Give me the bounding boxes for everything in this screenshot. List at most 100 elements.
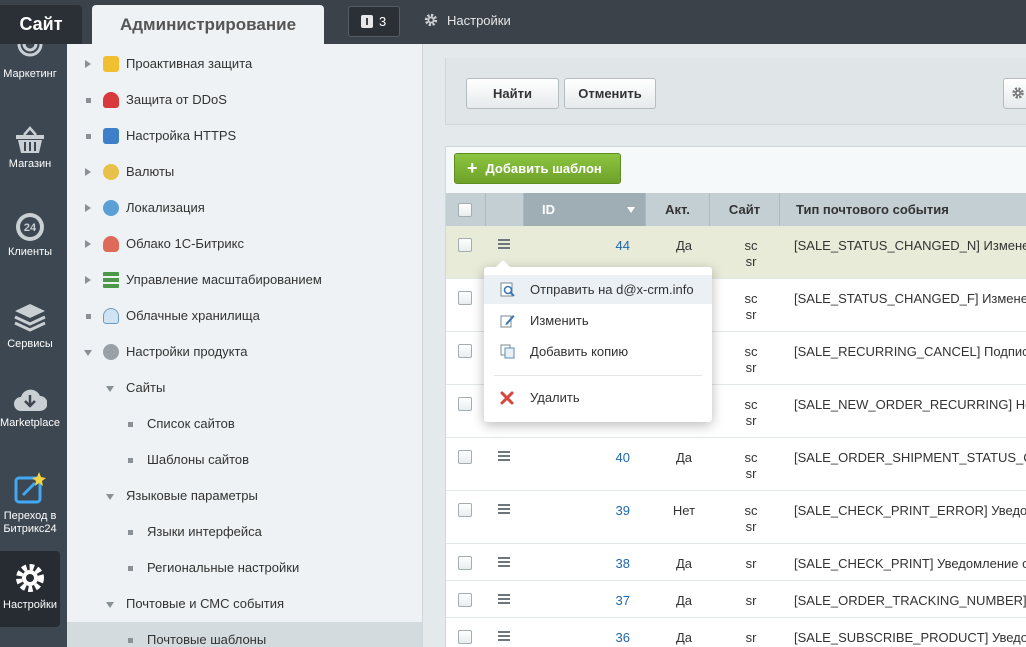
collapse-arrow-icon[interactable] (84, 350, 92, 356)
menu-item-mail-templates[interactable]: Почтовые шаблоны (67, 622, 422, 647)
cancel-button[interactable]: Отменить (564, 78, 656, 109)
menu-item-language-params[interactable]: Языковые параметры (67, 478, 422, 514)
menu-item-product-settings[interactable]: Настройки продукта (67, 334, 422, 370)
row-checkbox[interactable] (458, 291, 472, 305)
tab-site[interactable]: Сайт (0, 5, 82, 44)
menu-item-sites[interactable]: Сайты (67, 370, 422, 406)
rail-item-marketplace[interactable]: Marketplace (0, 387, 60, 437)
add-template-button[interactable]: + Добавить шаблон (454, 153, 621, 184)
table-row[interactable]: 36 Да sr [SALE_SUBSCRIBE_PRODUCT] Уведом… (446, 618, 1026, 647)
table-row[interactable]: 37 Да sr [SALE_ORDER_TRACKING_NUMBER] У (446, 581, 1026, 618)
rail-label: Сервисы (7, 338, 53, 350)
menu-item-bitrix-cloud[interactable]: Облако 1С-Битрикс (67, 226, 422, 262)
cell-event-type: [SALE_STATUS_CHANGED_N] Изменение (794, 238, 1026, 253)
expand-arrow-icon[interactable] (85, 276, 91, 284)
table-row[interactable]: 40 Да sc sr [SALE_ORDER_SHIPMENT_STATUS_… (446, 438, 1026, 491)
header-event-type[interactable]: Тип почтового события (780, 193, 1026, 226)
cloud-icon (103, 236, 119, 252)
cell-site: sr (745, 360, 757, 375)
cell-id[interactable]: 36 (586, 630, 630, 646)
context-edit[interactable]: Изменить (484, 306, 712, 335)
rail-item-clients[interactable]: 24 Клиенты (0, 212, 60, 264)
row-context-menu: Отправить на d@x-crm.info Изменить Добав… (484, 260, 712, 422)
rail-item-bitrix24[interactable]: Переход в Битрикс24 (0, 470, 60, 540)
table-row[interactable]: 39 Нет sc sr [SALE_CHECK_PRINT_ERROR] Ув… (446, 491, 1026, 544)
tab-administration[interactable]: Администрирование (92, 5, 324, 44)
cell-site: sr (745, 593, 757, 608)
select-all-checkbox[interactable] (458, 203, 472, 217)
context-item-label: Добавить копию (530, 344, 629, 359)
expand-arrow-icon[interactable] (85, 204, 91, 212)
cell-id[interactable]: 44 (586, 238, 630, 254)
rail-item-services[interactable]: Сервисы (0, 302, 60, 354)
expand-arrow-icon[interactable] (85, 60, 91, 68)
header-id[interactable]: ID (524, 193, 646, 226)
cell-id[interactable]: 40 (586, 450, 630, 466)
settings-link[interactable]: Настройки (424, 12, 511, 30)
menu-item-interface-languages[interactable]: Языки интерфейса (67, 514, 422, 550)
menu-item-label: Список сайтов (147, 416, 235, 431)
menu-item-cloud-storage[interactable]: Облачные хранилища (67, 298, 422, 334)
notifications-button[interactable]: 3 (348, 6, 400, 37)
row-menu-icon[interactable] (498, 504, 510, 514)
context-copy[interactable]: Добавить копию (484, 337, 712, 366)
row-menu-icon[interactable] (498, 557, 510, 567)
row-menu-icon[interactable] (498, 239, 510, 249)
row-menu-icon[interactable] (498, 631, 510, 641)
cell-event-type: [SALE_STATUS_CHANGED_F] Изменение (794, 291, 1026, 306)
cell-id[interactable]: 37 (586, 593, 630, 609)
menu-item-label: Проактивная защита (126, 56, 253, 71)
cell-id[interactable]: 39 (586, 503, 630, 519)
filter-settings-button[interactable] (1003, 78, 1026, 109)
row-checkbox[interactable] (458, 397, 472, 411)
menu-item-site-templates[interactable]: Шаблоны сайтов (67, 442, 422, 478)
menu-item-currencies[interactable]: Валюты (67, 154, 422, 190)
menu-item-scaling[interactable]: Управление масштабированием (67, 262, 422, 298)
rail-label: Переход в (3, 510, 57, 522)
rail-item-marketing[interactable]: Маркетинг (0, 44, 60, 92)
cell-site: sc (744, 344, 758, 359)
cell-event-type: [SALE_CHECK_PRINT] Уведомление о (794, 556, 1026, 571)
expand-arrow-icon[interactable] (85, 240, 91, 248)
cell-id[interactable]: 38 (586, 556, 630, 572)
menu-item-label: Управление масштабированием (126, 272, 322, 287)
row-menu-icon[interactable] (498, 451, 510, 461)
menu-item-label: Облако 1С-Битрикс (126, 236, 244, 251)
bullet-icon (86, 98, 91, 103)
notifications-count: 3 (379, 14, 387, 29)
rail-label: Настройки (3, 599, 57, 611)
cell-site: sr (745, 519, 757, 534)
context-send-test[interactable]: Отправить на d@x-crm.info (484, 275, 712, 304)
row-checkbox[interactable] (458, 593, 472, 607)
rail-label: Маркетинг (3, 68, 57, 80)
cell-site: sr (745, 413, 757, 428)
row-checkbox[interactable] (458, 450, 472, 464)
row-menu-icon[interactable] (498, 594, 510, 604)
menu-item-localization[interactable]: Локализация (67, 190, 422, 226)
row-checkbox[interactable] (458, 630, 472, 644)
row-checkbox[interactable] (458, 238, 472, 252)
menu-item-mail-sms-events[interactable]: Почтовые и СМС события (67, 586, 422, 622)
collapse-arrow-icon[interactable] (106, 602, 114, 608)
cell-event-type: [SALE_NEW_ORDER_RECURRING] Новый (794, 397, 1026, 412)
menu-item-site-list[interactable]: Список сайтов (67, 406, 422, 442)
expand-arrow-icon[interactable] (85, 168, 91, 176)
menu-item-proactive-protection[interactable]: Проактивная защита (67, 46, 422, 82)
basket-icon (16, 126, 44, 153)
rail-item-settings[interactable]: Настройки (0, 551, 60, 627)
collapse-arrow-icon[interactable] (106, 494, 114, 500)
rail-item-shop[interactable]: Магазин (0, 126, 60, 178)
find-button[interactable]: Найти (466, 78, 559, 109)
table-row[interactable]: 38 Да sr [SALE_CHECK_PRINT] Уведомление … (446, 544, 1026, 581)
header-site[interactable]: Сайт (710, 193, 780, 226)
row-checkbox[interactable] (458, 344, 472, 358)
context-delete[interactable]: Удалить (484, 383, 712, 412)
filter-panel: Найти Отменить (445, 58, 1026, 125)
menu-item-ddos[interactable]: Защита от DDoS (67, 82, 422, 118)
row-checkbox[interactable] (458, 556, 472, 570)
row-checkbox[interactable] (458, 503, 472, 517)
menu-item-https[interactable]: Настройка HTTPS (67, 118, 422, 154)
collapse-arrow-icon[interactable] (106, 386, 114, 392)
menu-item-regional-settings[interactable]: Региональные настройки (67, 550, 422, 586)
header-active[interactable]: Акт. (646, 193, 710, 226)
